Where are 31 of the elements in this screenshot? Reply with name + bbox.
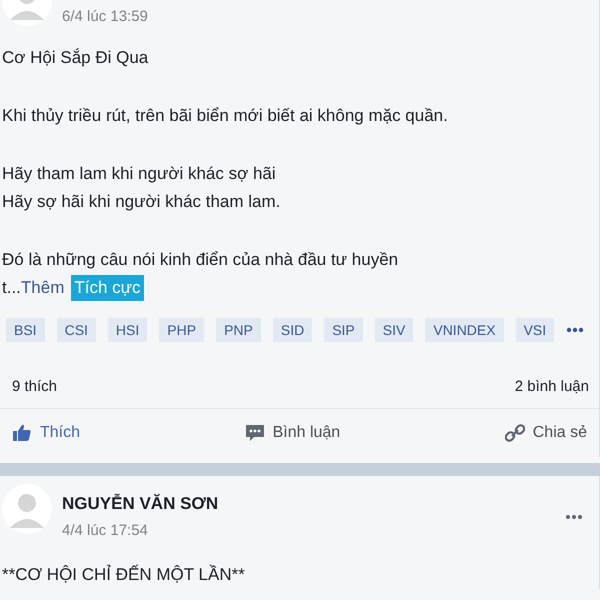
speech-bubble-icon: [244, 423, 265, 443]
link-icon: [504, 423, 525, 443]
post-paragraph: **CƠ HỘI CHỈ ĐẾN MỘT LẦN**: [2, 564, 246, 586]
thumbs-up-icon: [12, 423, 32, 443]
more-link[interactable]: Thêm: [20, 274, 64, 302]
author-name[interactable]: NGUYỄN VĂN SƠN: [62, 494, 218, 514]
post-text: t...: [2, 277, 21, 299]
post-paragraph: Hãy tham lam khi người khác sợ hãi Hãy sợ hãi khi người khác tham lam.: [2, 163, 282, 213]
post-paragraph: Cơ Hội Sắp Đi Qua: [2, 47, 150, 69]
stock-tag[interactable]: SID: [272, 318, 312, 342]
menu-icon[interactable]: [565, 514, 583, 520]
sentiment-badge: Tích cực: [71, 275, 144, 301]
stock-tag[interactable]: HSI: [108, 318, 148, 342]
post-date: 4/4 lúc 17:54: [62, 522, 149, 539]
more-icon[interactable]: [566, 327, 584, 333]
like-count[interactable]: 9 thích: [12, 378, 58, 395]
like-button[interactable]: Thích: [10, 421, 82, 445]
stock-tag[interactable]: SIP: [324, 318, 363, 342]
stock-tag[interactable]: PNP: [216, 318, 261, 342]
comment-count[interactable]: 2 bình luận: [514, 378, 589, 395]
stock-tag[interactable]: CSI: [56, 318, 96, 342]
stock-tag[interactable]: SIV: [374, 318, 414, 342]
comment-button[interactable]: Bình luận: [242, 421, 342, 445]
stock-tag[interactable]: VNINDEX: [425, 318, 504, 342]
post-date: 6/4 lúc 13:59: [62, 8, 148, 25]
post-paragraph: Đó là những câu nói kinh điển của nhà đầu tư huyền: [2, 249, 400, 271]
stock-tag[interactable]: VSI: [516, 318, 554, 342]
share-button[interactable]: Chia sẻ: [502, 421, 589, 445]
stock-tag[interactable]: BSI: [6, 318, 45, 342]
stock-tag[interactable]: PHP: [159, 318, 204, 342]
post-paragraph: Khi thủy triều rút, trên bãi biển mới biết ai không mặc quần.: [2, 105, 449, 127]
